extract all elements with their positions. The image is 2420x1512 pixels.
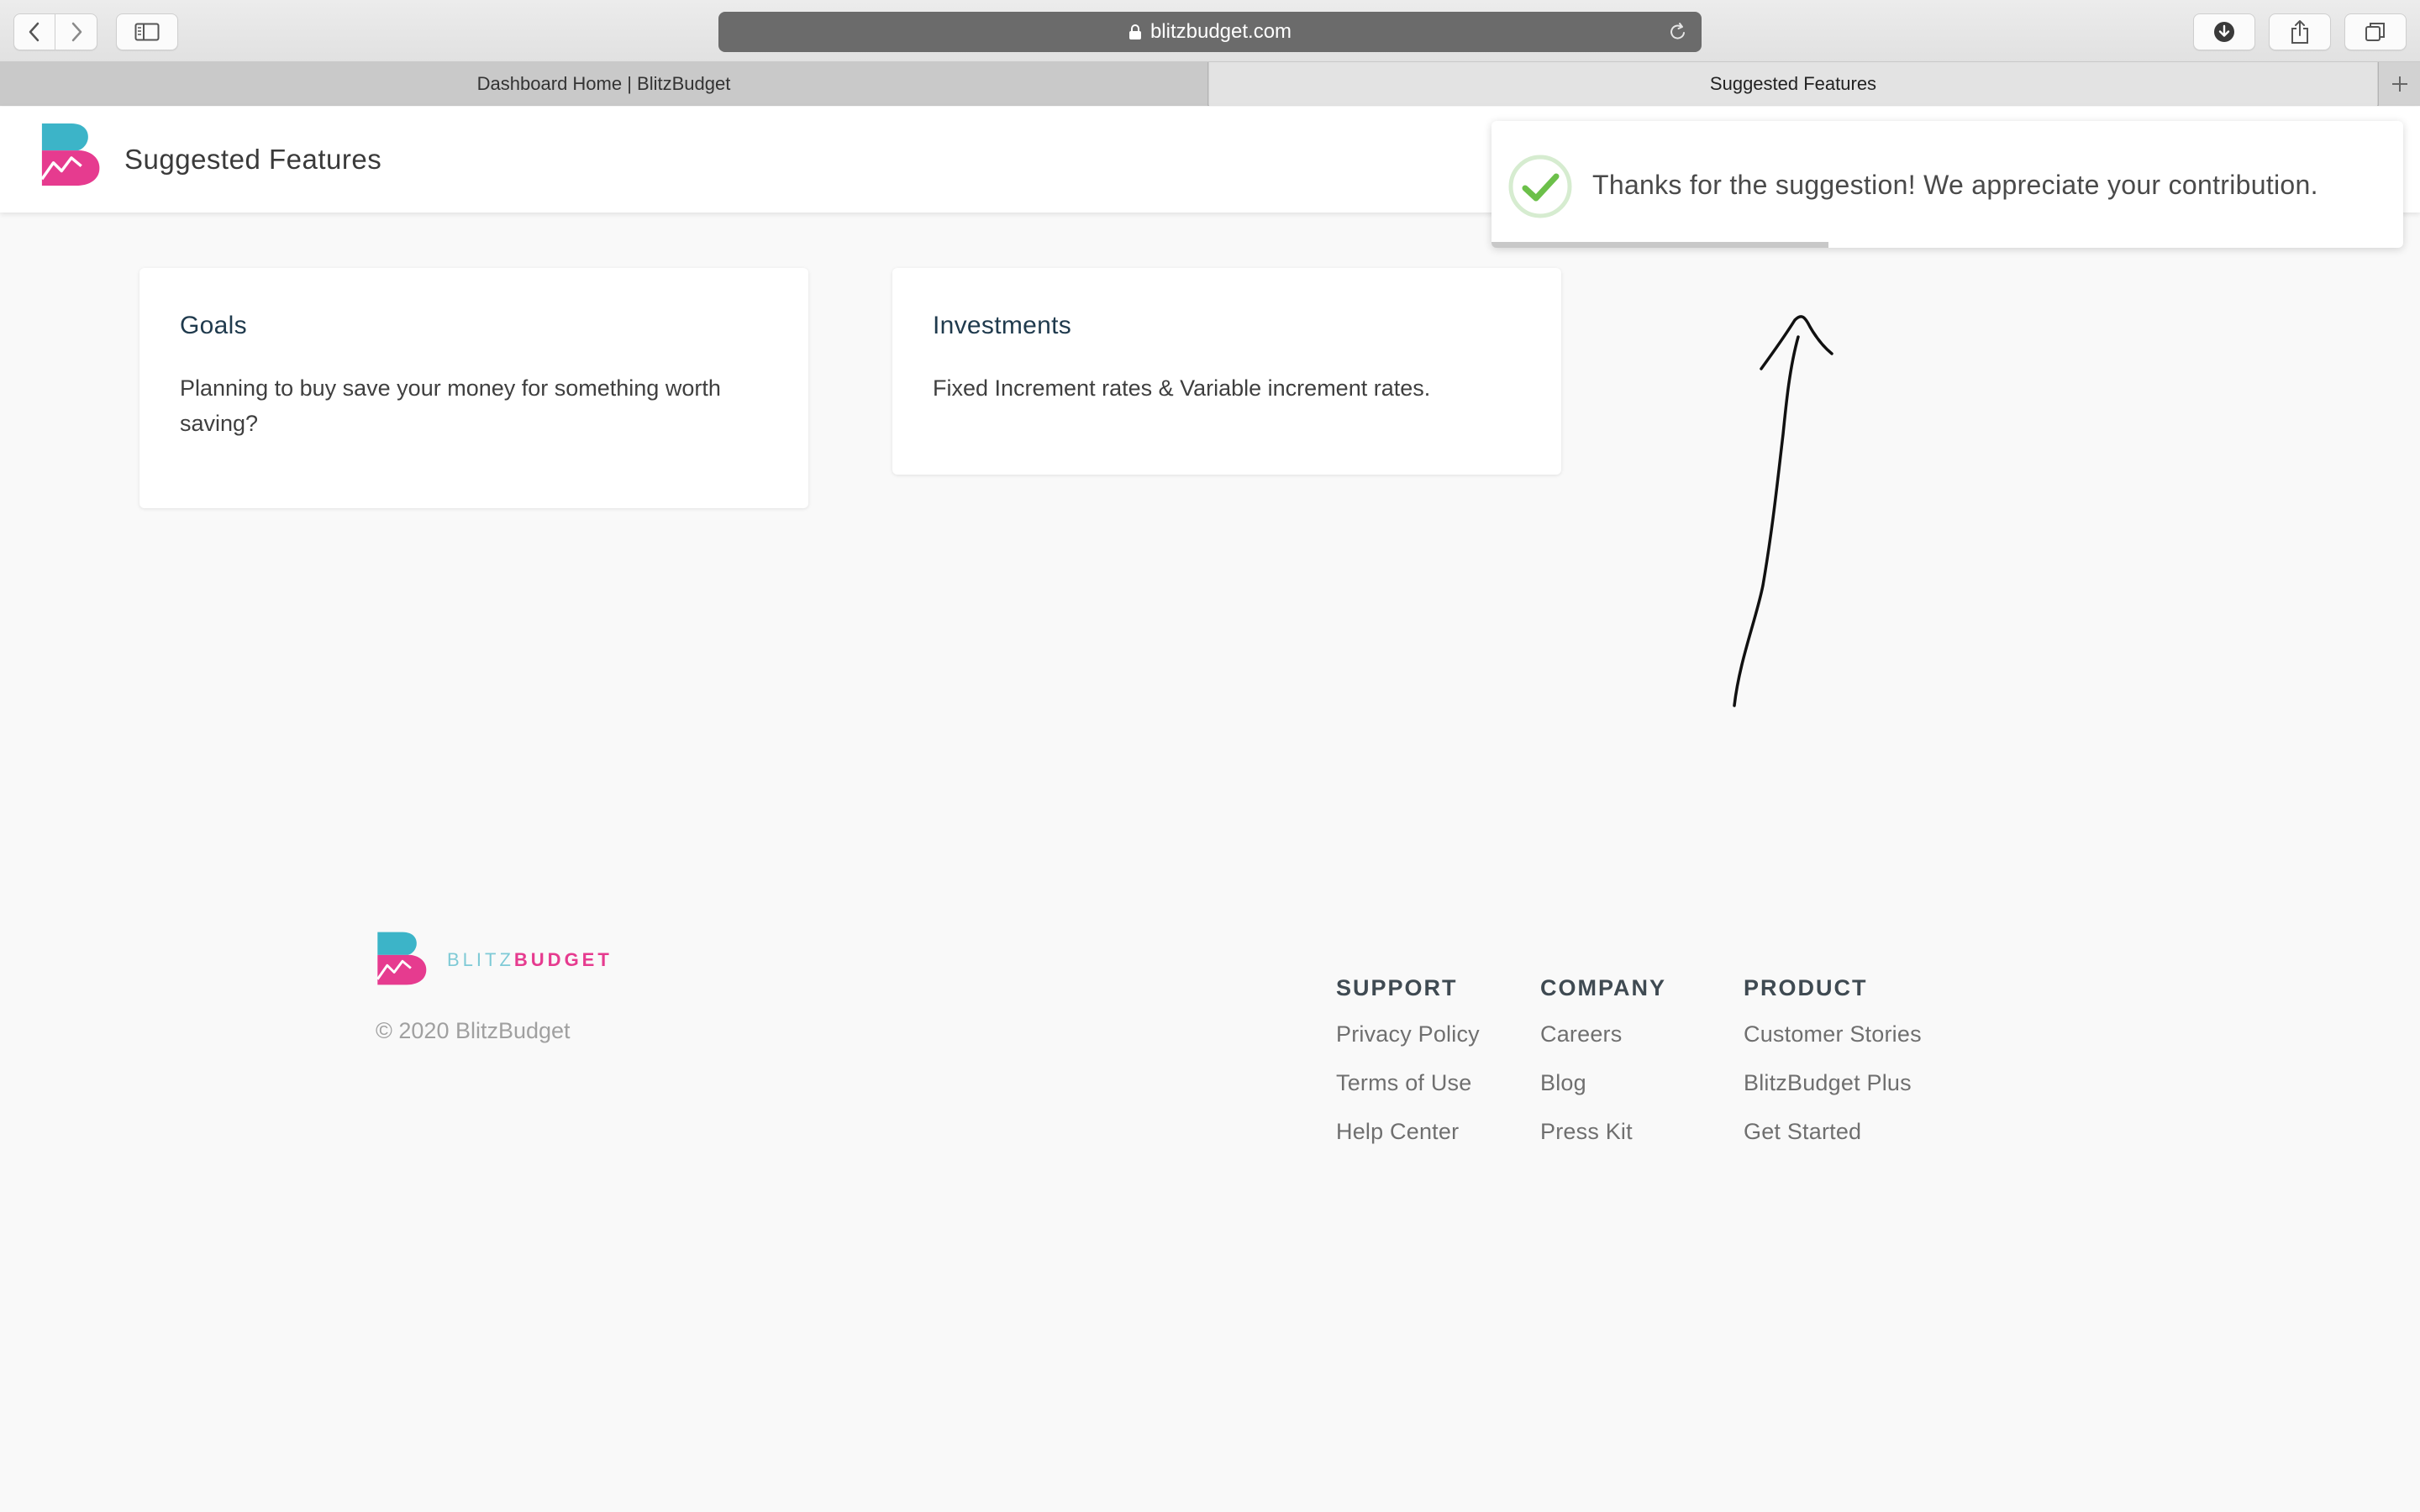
brand-part-blitz: BLITZ xyxy=(447,949,514,970)
footer-link-blitzbudget-plus[interactable]: BlitzBudget Plus xyxy=(1744,1058,1922,1107)
page-title: Suggested Features xyxy=(124,144,382,175)
downloads-button[interactable] xyxy=(2193,13,2255,50)
tab-overview-button[interactable] xyxy=(2344,13,2407,50)
brand-part-budget: BUDGET xyxy=(513,949,613,970)
share-button[interactable] xyxy=(2269,13,2331,50)
footer-link-get-started[interactable]: Get Started xyxy=(1744,1107,1922,1156)
reload-icon[interactable] xyxy=(1668,21,1688,49)
chevron-left-icon xyxy=(29,22,39,42)
footer-copyright: © 2020 BlitzBudget xyxy=(376,1018,571,1043)
tab-title: Dashboard Home | BlitzBudget xyxy=(476,73,731,94)
sidebar-icon xyxy=(134,23,160,41)
share-icon xyxy=(2291,20,2308,44)
new-tab-button[interactable] xyxy=(2378,62,2420,106)
footer-heading-company: COMPANY xyxy=(1540,975,1667,1000)
toast-message: Thanks for the suggestion! We appreciate… xyxy=(1592,170,2318,200)
hand-drawn-arrow xyxy=(1733,315,1833,707)
browser-toolbar: blitzbudget.com xyxy=(0,0,2420,62)
footer-link-blog[interactable]: Blog xyxy=(1540,1058,1666,1107)
tab-suggested-features[interactable]: Suggested Features xyxy=(1209,62,2377,106)
check-circle-icon xyxy=(1508,155,1572,218)
sidebar-toggle-button[interactable] xyxy=(116,13,178,50)
footer-brand-wordmark: BLITZBUDGET xyxy=(447,949,613,971)
footer-column-support: SUPPORT Privacy Policy Terms of Use Help… xyxy=(1336,971,1480,1156)
success-toast[interactable]: Thanks for the suggestion! We appreciate… xyxy=(1491,121,2403,248)
card-title: Goals xyxy=(180,312,247,339)
address-bar[interactable]: blitzbudget.com xyxy=(718,12,1702,52)
footer-link-help-center[interactable]: Help Center xyxy=(1336,1107,1480,1156)
footer-link-customer-stories[interactable]: Customer Stories xyxy=(1744,1010,1922,1058)
footer-heading-support: SUPPORT xyxy=(1336,975,1458,1000)
address-url: blitzbudget.com xyxy=(1150,20,1292,43)
footer-column-product: PRODUCT Customer Stories BlitzBudget Plu… xyxy=(1744,971,1922,1156)
tab-dashboard-home[interactable]: Dashboard Home | BlitzBudget xyxy=(0,62,1208,106)
tab-title: Suggested Features xyxy=(1709,73,1877,94)
blitzbudget-logo[interactable] xyxy=(39,122,104,187)
feature-card-investments[interactable]: Investments Fixed Increment rates & Vari… xyxy=(892,268,1561,475)
card-title: Investments xyxy=(933,312,1072,339)
plus-icon xyxy=(2391,76,2407,92)
footer-link-privacy-policy[interactable]: Privacy Policy xyxy=(1336,1010,1480,1058)
toast-progress-bar xyxy=(1491,242,1829,248)
feature-card-goals[interactable]: Goals Planning to buy save your money fo… xyxy=(139,268,808,508)
card-description: Planning to buy save your money for some… xyxy=(180,375,721,436)
footer-column-company: COMPANY Careers Blog Press Kit xyxy=(1540,971,1666,1156)
footer-link-press-kit[interactable]: Press Kit xyxy=(1540,1107,1666,1156)
download-icon xyxy=(2214,22,2234,42)
toast-progress-track xyxy=(1491,242,2403,248)
footer-heading-product: PRODUCT xyxy=(1744,975,1868,1000)
footer-link-terms-of-use[interactable]: Terms of Use xyxy=(1336,1058,1480,1107)
tabs-icon xyxy=(2365,23,2385,41)
tab-bar: Dashboard Home | BlitzBudget Suggested F… xyxy=(0,62,2420,106)
footer-logo-icon[interactable] xyxy=(375,931,430,986)
card-description: Fixed Increment rates & Variable increme… xyxy=(933,375,1431,401)
lock-icon xyxy=(1128,24,1142,40)
footer-link-careers[interactable]: Careers xyxy=(1540,1010,1666,1058)
chevron-right-icon xyxy=(71,22,82,42)
forward-button[interactable] xyxy=(55,13,97,50)
page: Suggested Features Goals Planning to buy… xyxy=(0,107,2420,1512)
back-button[interactable] xyxy=(13,13,55,50)
